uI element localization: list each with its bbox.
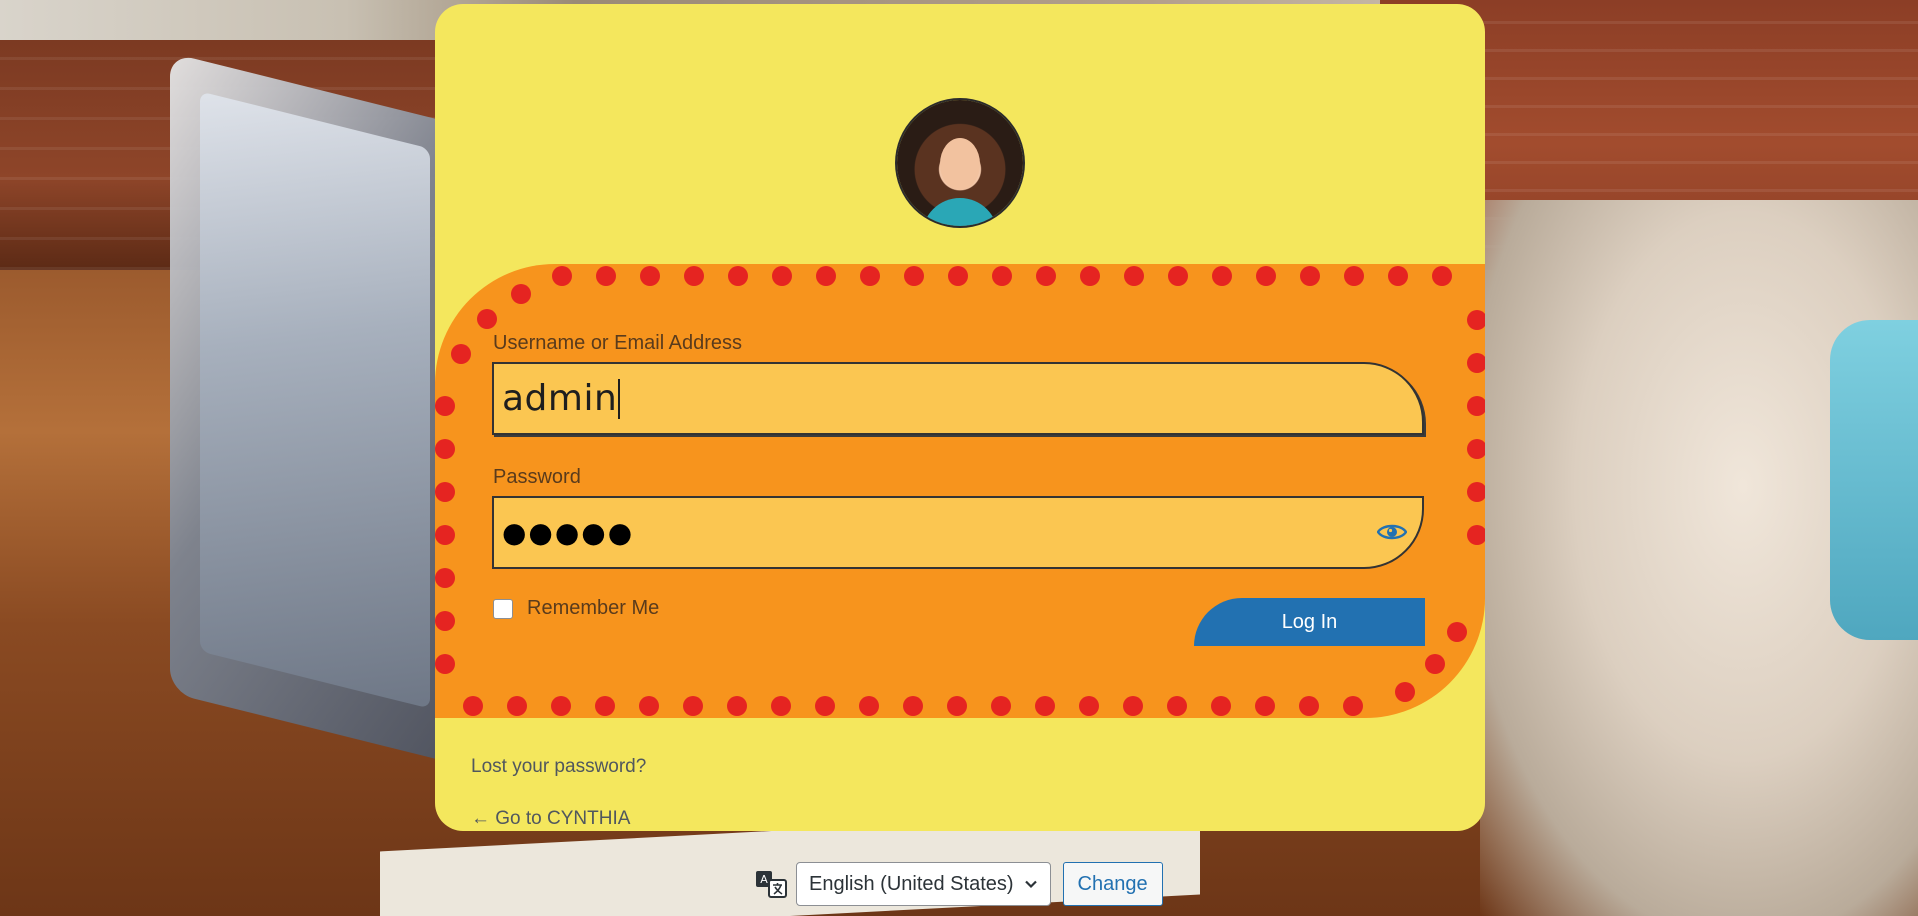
change-language-button[interactable]: Change bbox=[1062, 862, 1163, 906]
border-dot bbox=[991, 696, 1011, 716]
password-label: Password bbox=[493, 466, 581, 488]
border-dot bbox=[451, 344, 471, 364]
border-dot bbox=[1344, 266, 1364, 286]
login-form: Username or Email Address admin Password… bbox=[435, 264, 1485, 718]
border-dot bbox=[772, 266, 792, 286]
border-dot bbox=[435, 482, 455, 502]
border-dot bbox=[904, 266, 924, 286]
text-caret bbox=[618, 378, 621, 419]
border-dot bbox=[683, 696, 703, 716]
border-dot bbox=[511, 284, 531, 304]
language-select[interactable]: English (United States) bbox=[796, 862, 1051, 906]
login-button[interactable]: Log In bbox=[1194, 598, 1425, 646]
border-dot bbox=[1256, 266, 1276, 286]
username-label: Username or Email Address bbox=[493, 332, 742, 354]
remember-me-label[interactable]: Remember Me bbox=[527, 597, 659, 620]
border-dot bbox=[992, 266, 1012, 286]
border-dot bbox=[1123, 696, 1143, 716]
border-dot bbox=[463, 696, 483, 716]
border-dot bbox=[435, 396, 455, 416]
border-dot bbox=[552, 266, 572, 286]
border-dot bbox=[595, 696, 615, 716]
border-dot bbox=[1167, 696, 1187, 716]
border-dot bbox=[435, 525, 455, 545]
svg-text:A: A bbox=[760, 873, 768, 886]
language-switcher: A English (United States) Change bbox=[754, 862, 1163, 906]
border-dot bbox=[1467, 353, 1485, 373]
back-to-site-link[interactable]: ← Go to CYNTHIA bbox=[471, 808, 630, 830]
border-dot bbox=[1036, 266, 1056, 286]
border-dot bbox=[1467, 525, 1485, 545]
border-dot bbox=[1395, 682, 1415, 702]
eye-icon bbox=[1377, 524, 1407, 540]
border-dot bbox=[1447, 622, 1467, 642]
border-dot bbox=[948, 266, 968, 286]
username-input[interactable]: admin bbox=[492, 362, 1424, 435]
show-password-button[interactable] bbox=[1374, 516, 1410, 548]
border-dot bbox=[1168, 266, 1188, 286]
border-dot bbox=[1425, 654, 1445, 674]
background-laptop-screen bbox=[200, 91, 430, 709]
border-dot bbox=[435, 611, 455, 631]
border-dot bbox=[684, 266, 704, 286]
border-dot bbox=[1035, 696, 1055, 716]
username-value: admin bbox=[502, 378, 618, 419]
remember-me-checkbox[interactable] bbox=[493, 598, 513, 619]
border-dot bbox=[1388, 266, 1408, 286]
password-input[interactable]: ●●●●● bbox=[492, 496, 1424, 569]
border-dot bbox=[1299, 696, 1319, 716]
language-select-value: English (United States) bbox=[809, 872, 1014, 895]
border-dot bbox=[815, 696, 835, 716]
border-dot bbox=[1080, 266, 1100, 286]
border-dot bbox=[859, 696, 879, 716]
avatar-shirt bbox=[922, 198, 998, 226]
border-dot bbox=[1255, 696, 1275, 716]
remember-me: Remember Me bbox=[493, 597, 659, 620]
border-dot bbox=[1432, 266, 1452, 286]
border-dot bbox=[1343, 696, 1363, 716]
login-card: Username or Email Address admin Password… bbox=[435, 4, 1485, 831]
password-value: ●●●●● bbox=[502, 516, 635, 549]
border-dot bbox=[551, 696, 571, 716]
border-dot bbox=[1467, 439, 1485, 459]
border-dot bbox=[1467, 482, 1485, 502]
border-dot bbox=[1300, 266, 1320, 286]
border-dot bbox=[860, 266, 880, 286]
border-dot bbox=[435, 439, 455, 459]
border-dot bbox=[435, 568, 455, 588]
border-dot bbox=[727, 696, 747, 716]
translate-icon: A bbox=[756, 871, 787, 898]
border-dot bbox=[1124, 266, 1144, 286]
border-dot bbox=[903, 696, 923, 716]
border-dot bbox=[816, 266, 836, 286]
border-dot bbox=[477, 309, 497, 329]
border-dot bbox=[435, 654, 455, 674]
avatar-face bbox=[940, 138, 980, 190]
border-dot bbox=[1467, 396, 1485, 416]
border-dot bbox=[640, 266, 660, 286]
border-dot bbox=[728, 266, 748, 286]
lost-password-link[interactable]: Lost your password? bbox=[471, 756, 646, 778]
border-dot bbox=[771, 696, 791, 716]
border-dot bbox=[1079, 696, 1099, 716]
border-dot bbox=[507, 696, 527, 716]
site-logo-avatar[interactable] bbox=[897, 100, 1023, 226]
border-dot bbox=[1467, 310, 1485, 330]
border-dot bbox=[596, 266, 616, 286]
border-dot bbox=[1212, 266, 1232, 286]
border-dot bbox=[1211, 696, 1231, 716]
background-sleeve bbox=[1830, 320, 1918, 640]
border-dot bbox=[947, 696, 967, 716]
border-dot bbox=[639, 696, 659, 716]
chevron-down-icon bbox=[1024, 880, 1037, 889]
